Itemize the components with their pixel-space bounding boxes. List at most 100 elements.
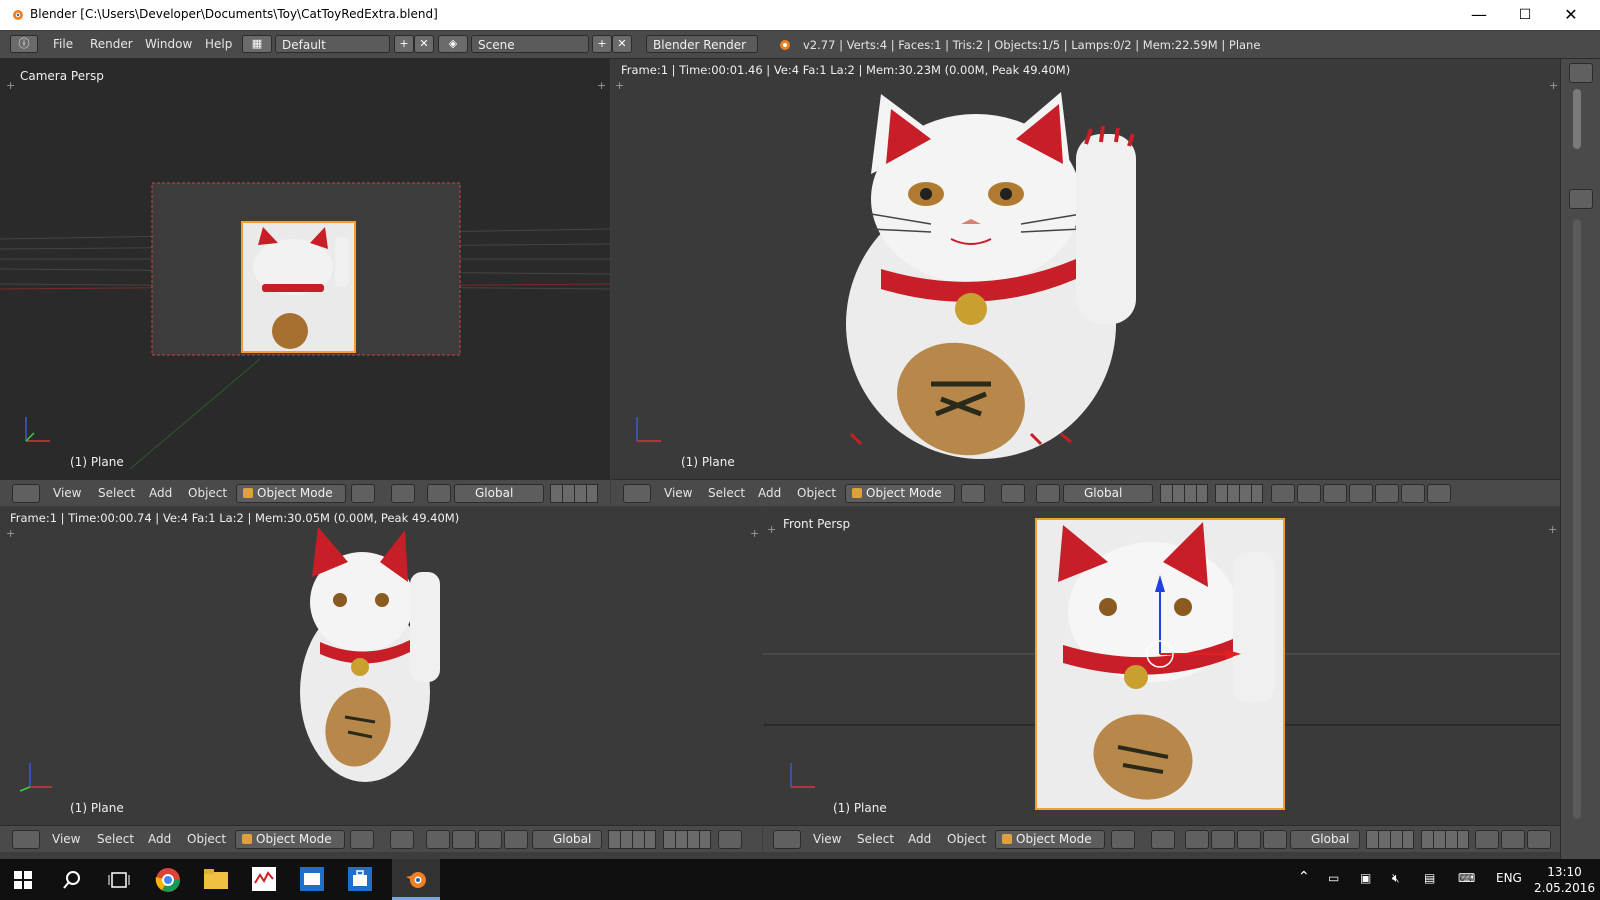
lock-layers-icon[interactable] (1271, 484, 1295, 503)
menu-select[interactable]: Select (708, 486, 745, 500)
manipulator-icon[interactable] (1185, 830, 1209, 849)
proportional-edit-icon[interactable] (1297, 484, 1321, 503)
outliner-icon[interactable] (1569, 63, 1593, 83)
orientation-select[interactable]: Global (532, 830, 602, 849)
add-layout-button[interactable]: + (394, 35, 414, 53)
pivot-point-icon[interactable] (1151, 830, 1175, 849)
menu-view[interactable]: View (813, 832, 841, 846)
layer-buttons[interactable] (1366, 830, 1414, 849)
delete-layout-button[interactable]: ✕ (414, 35, 434, 53)
menu-view[interactable]: View (52, 832, 80, 846)
viewport-camera-persp[interactable]: Camera Persp + + (1) Plane (0, 59, 610, 479)
viewport-shading-icon[interactable] (1111, 830, 1135, 849)
snap-target-icon[interactable] (1349, 484, 1373, 503)
menu-add[interactable]: Add (908, 832, 931, 846)
file-explorer-icon[interactable] (204, 869, 228, 889)
editor-type-icon[interactable] (12, 830, 40, 849)
manipulator-icon[interactable] (427, 484, 451, 503)
mode-select[interactable]: Object Mode (235, 830, 345, 849)
layer-buttons[interactable] (608, 830, 656, 849)
render-preview-icon[interactable] (1401, 484, 1425, 503)
store-icon[interactable] (348, 867, 372, 891)
taskbar-clock[interactable]: 13:10 2.05.2016 (1534, 864, 1595, 896)
menu-window[interactable]: Window (145, 37, 192, 51)
outliner-scrollbar[interactable] (1573, 89, 1581, 149)
action-center-icon[interactable]: ▤ (1424, 871, 1435, 885)
snap-icon[interactable] (1323, 484, 1347, 503)
scene-icon[interactable]: ◈ (438, 35, 468, 53)
editor-type-info-icon[interactable]: ⓘ (10, 35, 38, 53)
menu-add[interactable]: Add (148, 832, 171, 846)
properties-icon[interactable] (1569, 189, 1593, 209)
layer-buttons-2[interactable] (1215, 484, 1263, 503)
viewport-front-persp[interactable]: Front Persp + + (1) Plane (763, 507, 1560, 825)
menu-view[interactable]: View (664, 486, 692, 500)
windows-start-icon[interactable] (14, 871, 32, 889)
menu-select[interactable]: Select (98, 486, 135, 500)
keyboard-icon[interactable]: ⌨ (1458, 871, 1475, 885)
close-button[interactable]: ✕ (1548, 0, 1594, 30)
mode-select[interactable]: Object Mode (845, 484, 955, 503)
blender-taskbar-button[interactable] (392, 859, 440, 900)
pivot-point-icon[interactable] (391, 484, 415, 503)
editor-type-icon[interactable] (623, 484, 651, 503)
viewport-shading-icon[interactable] (961, 484, 985, 503)
photo-app-icon[interactable] (252, 867, 276, 891)
region-expand-icon[interactable]: + (6, 527, 15, 540)
scale-icon[interactable] (1263, 830, 1287, 849)
screen-layout-field[interactable]: Default (275, 35, 390, 53)
minimize-button[interactable]: — (1456, 0, 1502, 30)
translate-icon[interactable] (452, 830, 476, 849)
add-scene-button[interactable]: + (592, 35, 612, 53)
app-window-icon[interactable] (300, 867, 324, 891)
mode-select[interactable]: Object Mode (236, 484, 346, 503)
region-expand-icon[interactable]: + (1549, 79, 1558, 92)
task-view-icon[interactable] (108, 870, 130, 890)
lock-layers-icon[interactable] (1475, 830, 1499, 849)
snap-element-icon[interactable] (1375, 484, 1399, 503)
orientation-select[interactable]: Global (1063, 484, 1153, 503)
screen-layout-icon[interactable]: ▦ (242, 35, 272, 53)
chevron-up-icon[interactable]: ⌃ (1298, 869, 1310, 885)
orientation-select[interactable]: Global (1290, 830, 1360, 849)
menu-select[interactable]: Select (97, 832, 134, 846)
layer-buttons[interactable] (550, 484, 598, 503)
editor-type-icon[interactable] (12, 484, 40, 503)
menu-view[interactable]: View (53, 486, 81, 500)
menu-object[interactable]: Object (797, 486, 836, 500)
menu-object[interactable]: Object (188, 486, 227, 500)
region-expand-icon[interactable]: + (615, 79, 624, 92)
battery-icon[interactable]: ▭ (1328, 871, 1339, 885)
chrome-icon[interactable] (155, 867, 181, 893)
translate-icon[interactable] (1211, 830, 1235, 849)
menu-add[interactable]: Add (149, 486, 172, 500)
manipulator-icon[interactable] (426, 830, 450, 849)
lock-layers-icon[interactable] (718, 830, 742, 849)
scale-icon[interactable] (504, 830, 528, 849)
rotate-icon[interactable] (1237, 830, 1261, 849)
opengl-render-icon[interactable] (1427, 484, 1451, 503)
region-expand-icon[interactable]: + (750, 527, 759, 540)
menu-file[interactable]: File (53, 37, 73, 51)
pivot-point-icon[interactable] (390, 830, 414, 849)
rotate-icon[interactable] (478, 830, 502, 849)
menu-select[interactable]: Select (857, 832, 894, 846)
editor-type-icon[interactable] (773, 830, 801, 849)
viewport-rendered-bottom-left[interactable]: Frame:1 | Time:00:00.74 | Ve:4 Fa:1 La:2… (0, 507, 762, 825)
menu-add[interactable]: Add (758, 486, 781, 500)
properties-scrollbar[interactable] (1573, 219, 1581, 819)
language-indicator[interactable]: ENG (1496, 871, 1522, 885)
proportional-edit-icon[interactable] (1501, 830, 1525, 849)
viewport-shading-icon[interactable] (350, 830, 374, 849)
menu-help[interactable]: Help (205, 37, 232, 51)
menu-object[interactable]: Object (187, 832, 226, 846)
render-engine-select[interactable]: Blender Render (646, 35, 758, 53)
menu-render[interactable]: Render (90, 37, 133, 51)
menu-object[interactable]: Object (947, 832, 986, 846)
delete-scene-button[interactable]: ✕ (612, 35, 632, 53)
search-icon[interactable] (62, 870, 82, 890)
pivot-point-icon[interactable] (1001, 484, 1025, 503)
network-icon[interactable]: ▣ (1360, 871, 1371, 885)
scene-field[interactable]: Scene (471, 35, 589, 53)
mode-select[interactable]: Object Mode (995, 830, 1105, 849)
